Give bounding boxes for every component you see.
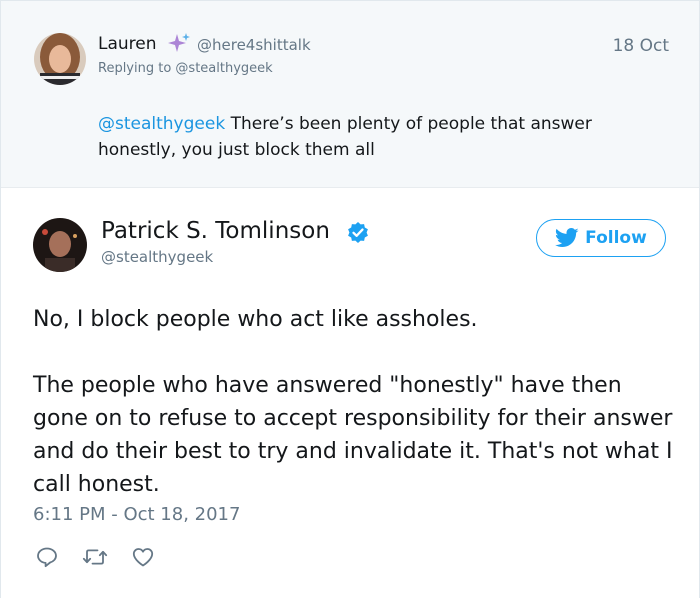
tweet-actions [34,544,156,570]
reply-text: @stealthygeek There’s been plenty of peo… [98,111,658,163]
author-handle[interactable]: @stealthygeek [101,248,213,266]
sparkles-icon [167,32,191,60]
replying-to: Replying to @stealthygeek [98,61,273,76]
author-name[interactable]: Patrick S. Tomlinson [101,218,330,244]
avatar-lauren[interactable] [34,33,86,85]
follow-button[interactable]: Follow [536,219,666,257]
reply-author-name[interactable]: Lauren [98,34,157,54]
reply-tweet[interactable]: Lauren @here4shittalk 18 Oct Replying to… [1,1,699,187]
avatar-patrick[interactable] [33,218,87,272]
tweet-paragraph-2: The people who have answered "honestly" … [33,373,673,497]
retweet-icon[interactable] [82,544,108,570]
verified-badge-icon [346,221,370,249]
twitter-bird-icon [555,228,579,247]
reply-date[interactable]: 18 Oct [613,36,669,56]
reply-author-handle[interactable]: @here4shittalk [197,36,311,54]
tweet-timestamp[interactable]: 6:11 PM - Oct 18, 2017 [33,504,240,525]
reply-mention-link[interactable]: @stealthygeek [98,114,225,134]
tweet-text: No, I block people who act like assholes… [33,303,673,501]
tweet-card: Lauren @here4shittalk 18 Oct Replying to… [0,0,700,598]
tweet-paragraph-1: No, I block people who act like assholes… [33,307,478,332]
like-icon[interactable] [130,544,156,570]
main-tweet: Patrick S. Tomlinson @stealthygeek Follo… [1,187,699,598]
follow-label: Follow [585,228,647,248]
reply-icon[interactable] [34,544,60,570]
